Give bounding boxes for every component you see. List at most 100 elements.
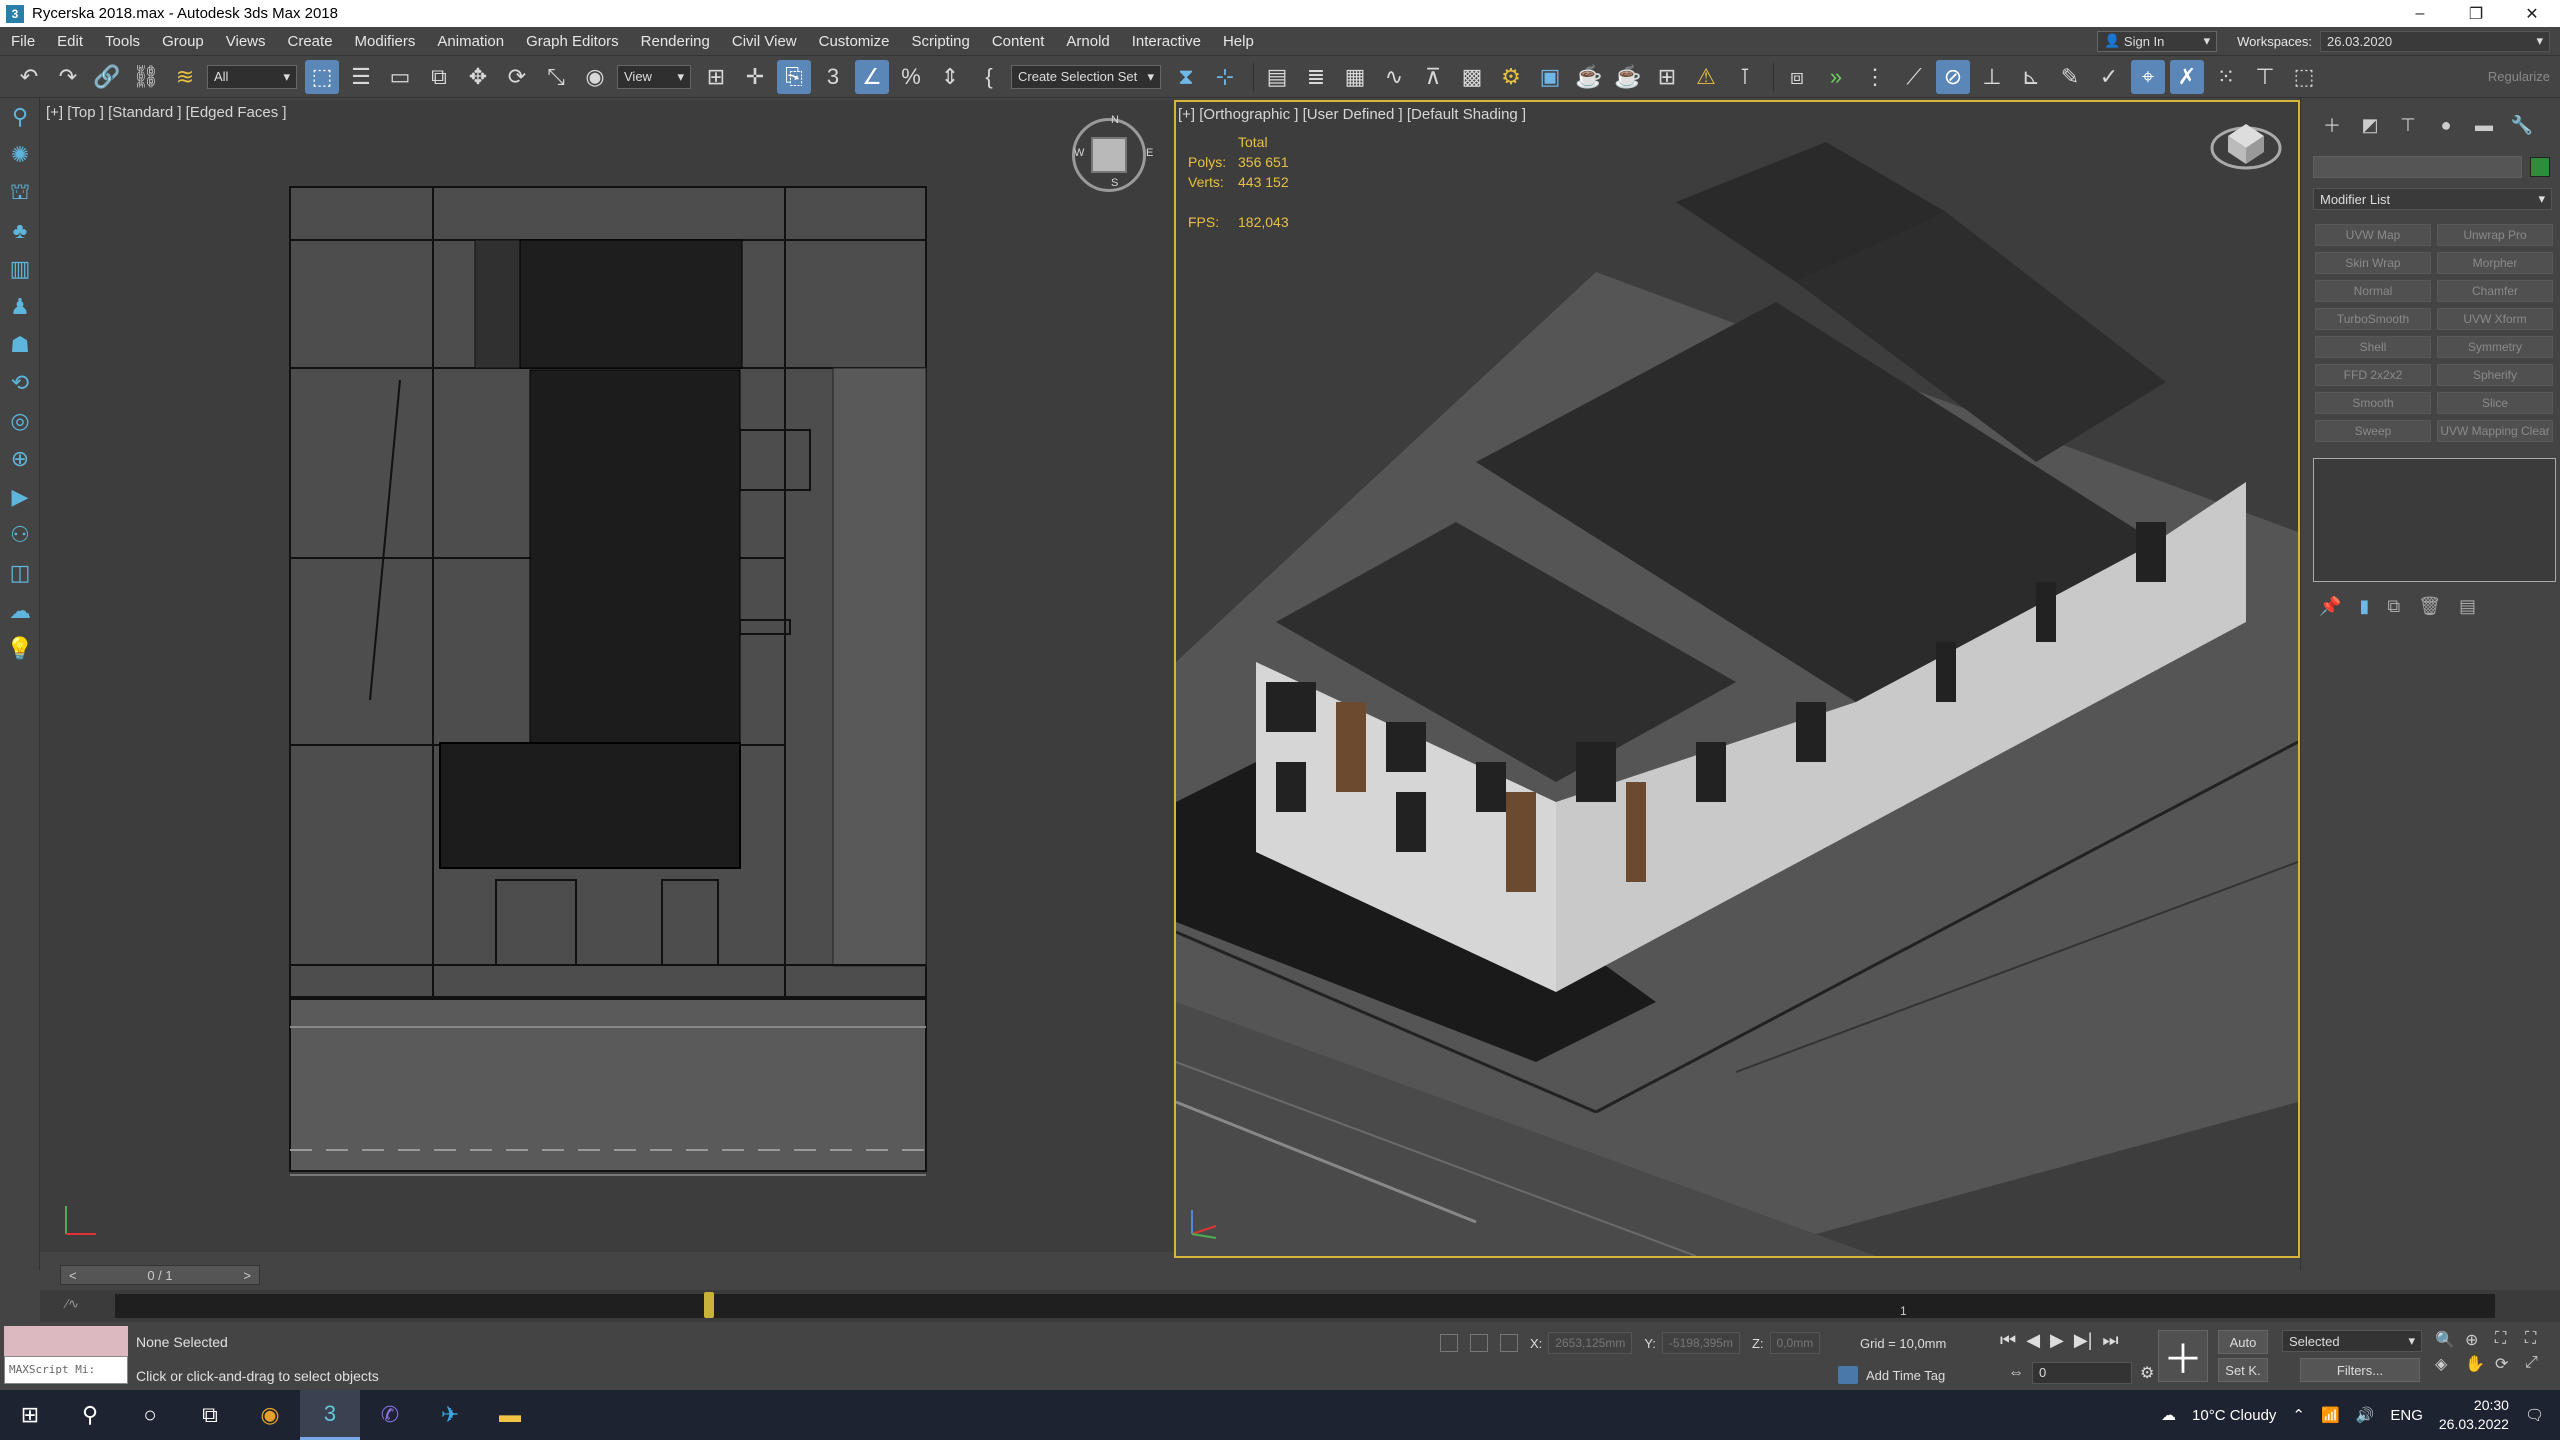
menu-group[interactable]: Group <box>151 33 215 50</box>
object-name-field[interactable] <box>2313 156 2523 178</box>
expand-toolbar-icon[interactable]: » <box>1819 60 1853 94</box>
remove-modifier-icon[interactable]: 🗑 <box>2418 596 2441 617</box>
reference-coordinate-dropdown[interactable]: View ▾ <box>617 64 691 89</box>
select-object-icon[interactable]: ⬚ <box>305 59 339 94</box>
curve-editor-icon[interactable]: ∿ <box>1377 60 1411 94</box>
scale-icon[interactable]: ⤡ <box>539 60 573 94</box>
time-configuration-settings-icon[interactable]: ⚙ <box>2140 1363 2154 1383</box>
mirror-icon[interactable]: ⧗ <box>1169 60 1203 94</box>
modifier-button[interactable]: UVW Xform <box>2437 308 2553 330</box>
snap-edge-icon[interactable]: ✓ <box>2092 60 2126 94</box>
create-tab-icon[interactable]: ＋ <box>2313 110 2351 140</box>
modifier-button[interactable]: Spherify <box>2437 364 2553 386</box>
render-production-icon[interactable]: ☕ <box>1572 60 1606 94</box>
layer-explorer-icon[interactable]: ≣ <box>1299 60 1333 94</box>
batch-render-icon[interactable]: ⊞ <box>1650 60 1684 94</box>
weather-text[interactable]: 10°C Cloudy <box>2192 1407 2276 1424</box>
viewcube-face[interactable] <box>1091 137 1127 173</box>
absolute-mode-icon[interactable] <box>1500 1334 1518 1352</box>
autogrid-icon[interactable]: ⬚ <box>2287 60 2321 94</box>
y-coordinate-field[interactable]: -5198,395m <box>1661 1332 1740 1354</box>
pan-icon[interactable]: ✋ <box>2465 1354 2491 1374</box>
modifier-button[interactable]: Unwrap Pro <box>2437 224 2553 246</box>
snap-lines-icon[interactable]: ⟋ <box>1897 60 1931 94</box>
display-tab-icon[interactable]: ▬ <box>2465 110 2503 140</box>
modifier-button[interactable]: Slice <box>2437 392 2553 414</box>
volume-icon[interactable]: 🔊 <box>2356 1406 2375 1424</box>
book-icon[interactable]: ▥ <box>0 250 40 288</box>
zoom-all-icon[interactable]: ⊕ <box>2465 1330 2491 1350</box>
keyboard-shortcut-override-icon[interactable]: ⎘ <box>777 59 811 94</box>
undo-icon[interactable]: ↶ <box>12 60 46 94</box>
track-bar-ruler[interactable] <box>115 1294 2495 1318</box>
search-icon[interactable]: ⚲ <box>60 1390 120 1440</box>
windows-start-icon[interactable]: ⊞ <box>0 1390 60 1440</box>
person-icon[interactable]: ☗ <box>0 326 40 364</box>
viewcube-house-icon[interactable] <box>2206 108 2286 178</box>
track-bar[interactable]: ⁄∿ 1 <box>40 1290 2560 1322</box>
angle-snap-icon[interactable]: ∠ <box>855 59 889 94</box>
warning-icon[interactable]: ⚠ <box>1689 60 1723 94</box>
chrome-icon[interactable]: ◉ <box>240 1390 300 1440</box>
snap-axis-icon[interactable]: ⊥ <box>1975 60 2009 94</box>
align-icon[interactable]: ⊹ <box>1208 60 1242 94</box>
isolate-selection-icon[interactable] <box>1440 1334 1458 1352</box>
orbit-icon[interactable]: ⟳ <box>2495 1354 2521 1374</box>
material-editor-icon[interactable]: ▩ <box>1455 60 1489 94</box>
modifier-button[interactable]: FFD 2x2x2 <box>2315 364 2431 386</box>
set-key-button[interactable]: Set K. <box>2218 1358 2268 1382</box>
link-icon[interactable]: 🔗 <box>90 60 124 94</box>
modifier-button[interactable]: Morpher <box>2437 252 2553 274</box>
time-slider-next-icon[interactable]: > <box>243 1268 251 1283</box>
curve-editor-mini-icon[interactable]: ⁄∿ <box>66 1296 79 1312</box>
menu-rendering[interactable]: Rendering <box>630 33 721 50</box>
sun-icon[interactable]: ✺ <box>0 136 40 174</box>
task-view-icon[interactable]: ⧉ <box>180 1390 240 1440</box>
sphere-icon[interactable]: ◎ <box>0 402 40 440</box>
transform-icon[interactable]: ⊕ <box>0 440 40 478</box>
orbit-icon[interactable]: ⟲ <box>0 364 40 402</box>
modifier-button[interactable]: UVW Mapping Clear <box>2437 420 2553 442</box>
menu-arnold[interactable]: Arnold <box>1055 33 1120 50</box>
current-frame-marker[interactable] <box>704 1292 714 1318</box>
named-selection-set-dropdown[interactable]: Create Selection Set ▾ <box>1011 64 1161 89</box>
previous-frame-icon[interactable]: ◀ <box>2026 1330 2040 1351</box>
menu-file[interactable]: File <box>0 33 46 50</box>
show-end-result-icon[interactable]: ▮ <box>2359 596 2369 617</box>
figure-icon[interactable]: ♟ <box>0 288 40 326</box>
menu-content[interactable]: Content <box>981 33 1056 50</box>
snaps-toggle-icon[interactable]: 3 <box>816 60 850 94</box>
render-setup-icon[interactable]: ⚙ <box>1494 60 1528 94</box>
percent-snap-icon[interactable]: % <box>894 60 928 94</box>
clock[interactable]: 20:30 26.03.2022 <box>2439 1396 2509 1434</box>
camera-icon[interactable]: ⛫ <box>0 174 40 212</box>
modifier-button[interactable]: Smooth <box>2315 392 2431 414</box>
modifier-button[interactable]: Shell <box>2315 336 2431 358</box>
3dsmax-taskbar-icon[interactable]: 3 <box>300 1390 360 1440</box>
render-iterative-icon[interactable]: ☕ <box>1611 60 1645 94</box>
unlink-icon[interactable]: ⛓ <box>129 60 163 94</box>
place-icon[interactable]: ◉ <box>578 60 612 94</box>
modifier-button[interactable]: Normal <box>2315 280 2431 302</box>
maxscript-listener[interactable]: MAXScript Mi: <box>4 1326 128 1384</box>
select-by-name-icon[interactable]: ☰ <box>344 60 378 94</box>
current-frame-field[interactable]: 0 <box>2032 1362 2132 1384</box>
snap-toggle-active-icon[interactable]: ⊘ <box>1936 59 1970 94</box>
configure-sets-icon[interactable]: ▤ <box>2459 596 2476 617</box>
play-icon[interactable]: ▶ <box>2050 1330 2064 1351</box>
menu-customize[interactable]: Customize <box>808 33 901 50</box>
window-crossing-icon[interactable]: ⧉ <box>422 60 456 94</box>
menu-modifiers[interactable]: Modifiers <box>344 33 427 50</box>
menu-tools[interactable]: Tools <box>94 33 151 50</box>
menu-help[interactable]: Help <box>1212 33 1265 50</box>
menu-civil-view[interactable]: Civil View <box>721 33 808 50</box>
container-icon[interactable]: ⧈ <box>1780 60 1814 94</box>
menu-scripting[interactable]: Scripting <box>900 33 980 50</box>
network-icon[interactable]: 📶 <box>2321 1406 2340 1424</box>
tree-icon[interactable]: ♣ <box>0 212 40 250</box>
modify-tab-icon[interactable]: ◩ <box>2351 110 2389 140</box>
field-of-view-icon[interactable]: ◈ <box>2435 1354 2461 1374</box>
key-filter-dropdown[interactable]: Selected ▾ <box>2282 1330 2422 1352</box>
shot-icon[interactable]: ▶ <box>0 478 40 516</box>
time-slider[interactable]: < 0 / 1 > <box>60 1265 260 1285</box>
